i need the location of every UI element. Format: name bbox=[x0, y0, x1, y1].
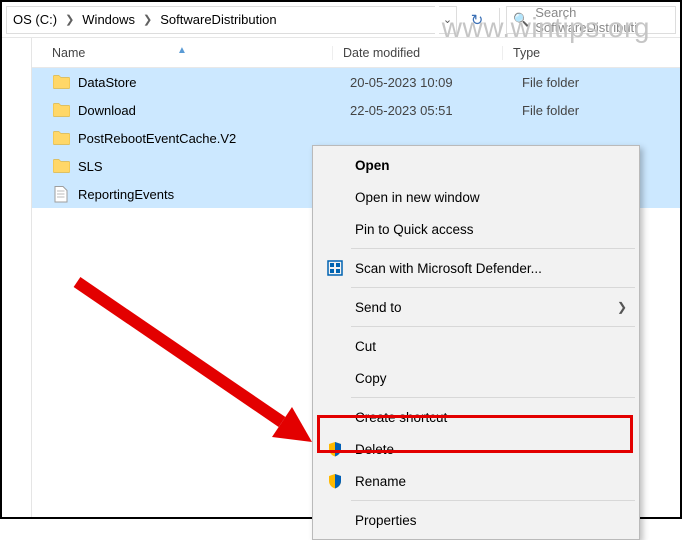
separator bbox=[351, 326, 635, 327]
file-name: SLS bbox=[78, 159, 350, 174]
refresh-icon: ↻ bbox=[471, 11, 484, 29]
breadcrumb-softwaredistribution[interactable]: SoftwareDistribution bbox=[156, 12, 280, 27]
column-headers[interactable]: ▲ Name Date modified Type bbox=[32, 38, 680, 68]
chevron-right-icon: ❯ bbox=[139, 13, 156, 26]
file-name: PostRebootEventCache.V2 bbox=[78, 131, 350, 146]
submenu-arrow-icon: ❯ bbox=[617, 300, 627, 314]
ctx-delete[interactable]: Delete bbox=[315, 433, 637, 465]
folder-icon bbox=[52, 157, 70, 175]
file-name: Download bbox=[78, 103, 350, 118]
file-name: ReportingEvents bbox=[78, 187, 350, 202]
search-input[interactable]: 🔍 Search SoftwareDistributi bbox=[506, 6, 676, 34]
ctx-defender-scan[interactable]: Scan with Microsoft Defender... bbox=[315, 252, 637, 284]
breadcrumb-windows[interactable]: Windows bbox=[78, 12, 139, 27]
shield-icon bbox=[325, 471, 345, 491]
file-date: 22-05-2023 05:51 bbox=[350, 103, 522, 118]
chevron-right-icon: ❯ bbox=[61, 13, 78, 26]
ctx-cut[interactable]: Cut bbox=[315, 330, 637, 362]
ctx-copy[interactable]: Copy bbox=[315, 362, 637, 394]
refresh-button[interactable]: ↻ bbox=[461, 6, 493, 34]
navigation-pane[interactable] bbox=[2, 38, 32, 517]
file-date: 20-05-2023 10:09 bbox=[350, 75, 522, 90]
separator bbox=[351, 287, 635, 288]
file-name: DataStore bbox=[78, 75, 350, 90]
ctx-send-to[interactable]: Send to ❯ bbox=[315, 291, 637, 323]
sort-asc-icon: ▲ bbox=[177, 45, 187, 56]
folder-icon bbox=[52, 129, 70, 147]
file-type: File folder bbox=[522, 103, 579, 118]
file-type: File folder bbox=[522, 75, 579, 90]
breadcrumb-dropdown-button[interactable]: ⌄ bbox=[439, 6, 457, 34]
ctx-pin-quick-access[interactable]: Pin to Quick access bbox=[315, 213, 637, 245]
search-placeholder: Search SoftwareDistributi bbox=[535, 6, 669, 34]
separator bbox=[351, 397, 635, 398]
ctx-rename[interactable]: Rename bbox=[315, 465, 637, 497]
ctx-open-new-window[interactable]: Open in new window bbox=[315, 181, 637, 213]
context-menu: Open Open in new window Pin to Quick acc… bbox=[312, 145, 640, 540]
folder-icon bbox=[52, 73, 70, 91]
file-row[interactable]: DataStore20-05-2023 10:09File folder bbox=[32, 68, 680, 96]
file-icon bbox=[52, 185, 70, 203]
column-name[interactable]: ▲ Name bbox=[32, 46, 332, 60]
shield-icon bbox=[325, 439, 345, 459]
ctx-create-shortcut[interactable]: Create shortcut bbox=[315, 401, 637, 433]
breadcrumb-os[interactable]: OS (C:) bbox=[9, 12, 61, 27]
column-type[interactable]: Type bbox=[502, 46, 680, 60]
ctx-open[interactable]: Open bbox=[315, 149, 637, 181]
divider bbox=[499, 8, 500, 32]
file-row[interactable]: Download22-05-2023 05:51File folder bbox=[32, 96, 680, 124]
defender-icon bbox=[325, 258, 345, 278]
column-date[interactable]: Date modified bbox=[332, 46, 502, 60]
separator bbox=[351, 500, 635, 501]
folder-icon bbox=[52, 101, 70, 119]
ctx-properties[interactable]: Properties bbox=[315, 504, 637, 536]
separator bbox=[351, 248, 635, 249]
breadcrumb[interactable]: OS (C:) ❯ Windows ❯ SoftwareDistribution bbox=[6, 6, 435, 34]
search-icon: 🔍 bbox=[513, 12, 529, 28]
chevron-down-icon: ⌄ bbox=[443, 13, 452, 26]
